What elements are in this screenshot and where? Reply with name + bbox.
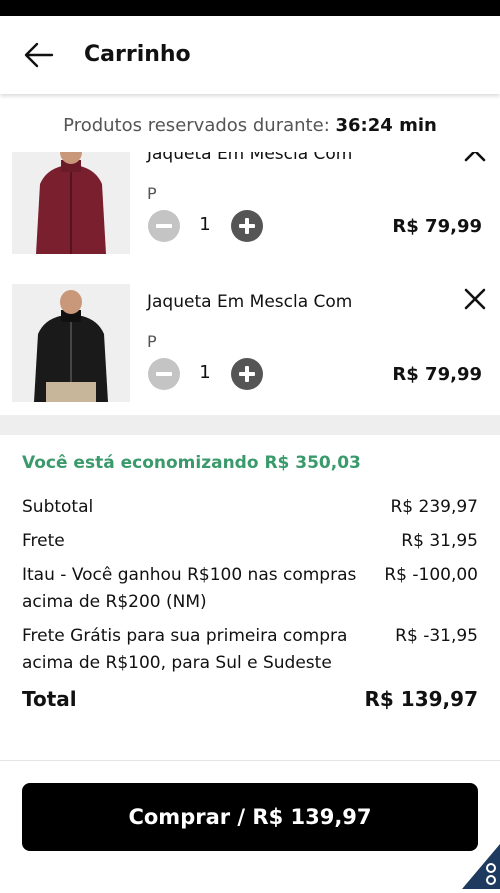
timer-value: 36:24 min [335, 115, 437, 136]
floating-badge-icon[interactable] [462, 844, 500, 889]
arrow-left-icon [24, 42, 54, 68]
app-header: Carrinho [0, 16, 500, 94]
summary-value: R$ -31,95 [395, 626, 478, 646]
summary-label: Subtotal [22, 497, 94, 517]
quantity-value: 1 [199, 214, 211, 235]
summary-value: R$ -100,00 [384, 565, 478, 585]
cart-list: Jaqueta Em Mescla Com P 1 R$ 79,99 Jaque… [0, 152, 500, 415]
decrease-quantity-button[interactable] [148, 210, 180, 242]
product-size: P [147, 332, 157, 351]
item-price: R$ 79,99 [392, 364, 482, 385]
back-button[interactable] [22, 40, 56, 70]
remove-item-button[interactable] [462, 286, 488, 312]
close-icon [464, 288, 486, 310]
summary-label: Itau - Você ganhou R$100 nas compras aci… [22, 565, 357, 612]
total-label: Total [22, 687, 77, 711]
timer-label: Produtos reservados durante: [63, 115, 330, 136]
reservation-timer: Produtos reservados durante: 36:24 min [0, 96, 500, 152]
buy-button[interactable]: Comprar / R$ 139,97 [22, 783, 478, 851]
section-divider [0, 415, 500, 435]
total-value: R$ 139,97 [364, 687, 478, 711]
order-summary: Você está economizando R$ 350,03 Subtota… [0, 435, 500, 755]
product-image[interactable] [12, 152, 130, 254]
status-bar [0, 0, 500, 16]
summary-label: Frete [22, 531, 65, 551]
product-name: Jaqueta Em Mescla Com [147, 152, 353, 164]
cart-item: Jaqueta Em Mescla Com P 1 R$ 79,99 [0, 284, 500, 406]
product-image[interactable] [12, 284, 130, 402]
product-name: Jaqueta Em Mescla Com [147, 292, 353, 312]
item-price: R$ 79,99 [392, 216, 482, 237]
close-icon [464, 152, 486, 162]
page-title: Carrinho [84, 42, 191, 67]
summary-value: R$ 31,95 [401, 531, 478, 551]
cart-item: Jaqueta Em Mescla Com P 1 R$ 79,99 [0, 152, 500, 258]
increase-quantity-button[interactable] [231, 358, 263, 390]
checkout-footer: Comprar / R$ 139,97 [0, 760, 500, 890]
decrease-quantity-button[interactable] [148, 358, 180, 390]
quantity-value: 1 [199, 362, 211, 383]
remove-item-button[interactable] [462, 152, 488, 164]
increase-quantity-button[interactable] [231, 210, 263, 242]
product-size: P [147, 184, 157, 203]
summary-value: R$ 239,97 [390, 497, 478, 517]
savings-message: Você está economizando R$ 350,03 [22, 453, 361, 473]
summary-label: Frete Grátis para sua primeira compra ac… [22, 626, 348, 673]
